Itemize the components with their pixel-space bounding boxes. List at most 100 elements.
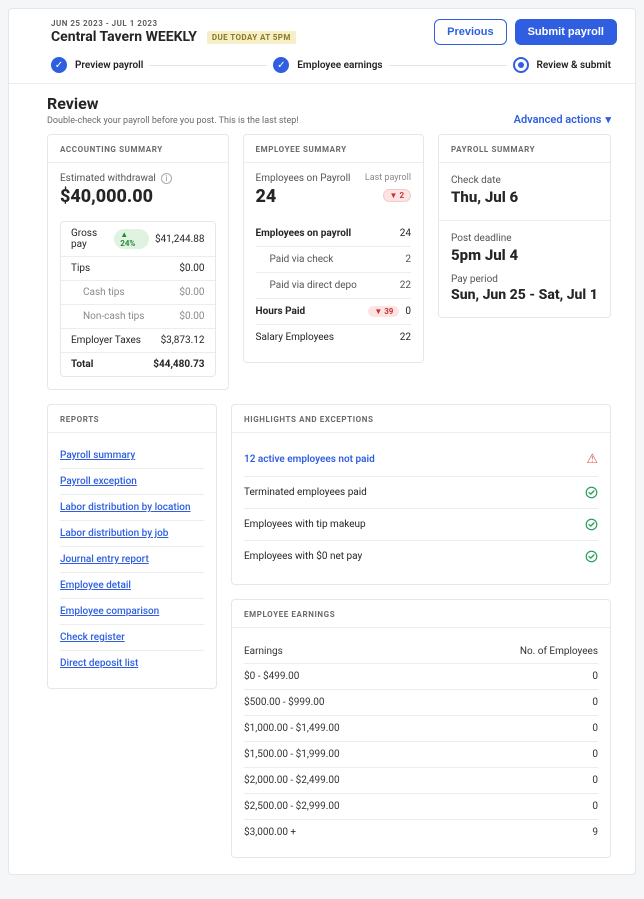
earnings-row: $500.00 - $999.000 — [244, 690, 598, 716]
earnings-count: 0 — [592, 671, 598, 682]
employer-taxes-label: Employer Taxes — [71, 335, 141, 346]
step-employee-earnings[interactable]: Employee earnings — [273, 57, 382, 73]
earnings-range: $0 - $499.00 — [244, 671, 299, 682]
report-link[interactable]: Labor distribution by location — [60, 495, 204, 521]
report-link[interactable]: Employee comparison — [60, 599, 204, 625]
on-payroll-label: Employees on payroll — [256, 228, 352, 239]
earnings-range: $2,500.00 - $2,999.00 — [244, 801, 340, 812]
earnings-row: $2,500.00 - $2,999.00 0 — [244, 794, 598, 820]
paid-check-value: 2 — [405, 254, 411, 265]
salary-employees-value: 22 — [400, 332, 411, 343]
earnings-count: 0 — [592, 749, 598, 760]
highlight-row: 12 active employees not paid ⚠ — [244, 443, 598, 477]
warning-icon: ⚠ — [586, 452, 598, 467]
earnings-range: $1,500.00 - $1,999.00 — [244, 749, 340, 760]
report-link[interactable]: Payroll summary — [60, 443, 204, 469]
post-deadline-label: Post deadline — [451, 233, 598, 244]
earnings-row: $2,000.00 - $2,499.00 0 — [244, 768, 598, 794]
employee-count-value: 24 — [256, 186, 351, 207]
total-label: Total — [71, 359, 93, 370]
info-icon[interactable]: i — [161, 173, 172, 184]
earnings-range: $1,000.00 - $1,499.00 — [244, 723, 340, 734]
step-divider — [149, 65, 267, 66]
previous-button[interactable]: Previous — [434, 19, 506, 45]
earnings-range: $3,000.00 + — [244, 827, 296, 838]
count-col-label: No. of Employees — [520, 646, 598, 657]
earnings-row: $1,000.00 - $1,499.00 0 — [244, 716, 598, 742]
card-title: REPORTS — [48, 405, 216, 433]
check-circle-icon — [585, 486, 598, 499]
gross-pay-value: $41,244.88 — [155, 234, 205, 245]
page-title: Central Tavern WEEKLY — [51, 29, 197, 45]
pay-period-label: Pay period — [451, 274, 598, 285]
card-title: HIGHLIGHTS AND EXCEPTIONS — [232, 405, 610, 433]
hours-paid-change-chip: ▼ 39 — [368, 306, 399, 317]
accounting-summary-card: ACCOUNTING SUMMARY Estimated withdrawal … — [47, 134, 229, 390]
check-icon — [273, 57, 289, 73]
earnings-col-label: Earnings — [244, 646, 283, 657]
post-deadline-value: 5pm Jul 4 — [451, 246, 598, 264]
accounting-table: Gross pay ▲ 24% $41,244.88 Tips $0.00 Ca… — [60, 221, 216, 377]
advanced-actions-dropdown[interactable]: Advanced actions ▾ — [514, 113, 611, 126]
highlight-row: Employees with $0 net pay — [244, 541, 598, 572]
last-payroll-label: Last payroll — [365, 173, 411, 183]
highlight-label: Terminated employees paid — [244, 487, 367, 498]
employer-taxes-value: $3,873.12 — [161, 335, 205, 346]
chevron-down-icon: ▾ — [605, 113, 611, 126]
check-date-label: Check date — [451, 175, 598, 186]
paid-depo-label: Paid via direct depo — [270, 280, 357, 291]
cash-tips-label: Cash tips — [83, 287, 125, 298]
review-heading: Review — [47, 94, 299, 113]
salary-employees-label: Salary Employees — [256, 332, 335, 343]
step-review-submit[interactable]: Review & submit — [513, 57, 612, 73]
card-title: ACCOUNTING SUMMARY — [48, 135, 228, 163]
earnings-row: $1,500.00 - $1,999.00 0 — [244, 742, 598, 768]
report-link[interactable]: Check register — [60, 625, 204, 651]
withdrawal-amount: $40,000.00 — [60, 186, 216, 207]
due-badge: DUE TODAY AT 5PM — [207, 31, 296, 44]
hours-paid-label: Hours Paid — [256, 306, 306, 317]
on-payroll-value: 24 — [400, 228, 411, 239]
pay-period-value: Sun, Jun 25 - Sat, Jul 1 — [451, 287, 598, 303]
advanced-actions-label: Advanced actions — [514, 113, 602, 126]
reports-card: REPORTS Payroll summaryPayroll exception… — [47, 404, 217, 689]
tips-label: Tips — [71, 263, 90, 274]
report-link[interactable]: Journal entry report — [60, 547, 204, 573]
check-icon — [51, 57, 67, 73]
step-preview-payroll[interactable]: Preview payroll — [51, 57, 143, 73]
earnings-count: 0 — [592, 775, 598, 786]
stepper: Preview payroll Employee earnings Review… — [9, 51, 635, 84]
step-divider — [389, 65, 507, 66]
cash-tips-value: $0.00 — [179, 287, 204, 298]
step-label: Employee earnings — [297, 60, 382, 71]
report-link[interactable]: Employee detail — [60, 573, 204, 599]
paid-check-label: Paid via check — [270, 254, 334, 265]
noncash-tips-label: Non-cash tips — [83, 311, 144, 322]
report-link[interactable]: Labor distribution by job — [60, 521, 204, 547]
step-label: Review & submit — [537, 60, 612, 71]
earnings-count: 0 — [592, 697, 598, 708]
employee-count-label: Employees on Payroll — [256, 173, 351, 184]
highlight-row: Employees with tip makeup — [244, 509, 598, 541]
withdrawal-label: Estimated withdrawal — [60, 173, 156, 184]
last-payroll-change-chip: ▼ 2 — [383, 189, 412, 202]
earnings-count: 0 — [592, 801, 598, 812]
earnings-count: 0 — [592, 723, 598, 734]
check-circle-icon — [585, 518, 598, 531]
check-circle-icon — [585, 550, 598, 563]
earnings-range: $2,000.00 - $2,499.00 — [244, 775, 340, 786]
current-step-icon — [513, 57, 529, 73]
report-link[interactable]: Payroll exception — [60, 469, 204, 495]
gross-pay-label: Gross pay — [71, 228, 114, 250]
earnings-row: $0 - $499.00 0 — [244, 664, 598, 690]
highlight-label[interactable]: 12 active employees not paid — [244, 454, 375, 465]
step-label: Preview payroll — [75, 60, 143, 71]
payroll-summary-card: PAYROLL SUMMARY Check date Thu, Jul 6 Po… — [438, 134, 611, 318]
hours-paid-value: 0 — [405, 306, 411, 317]
gross-pay-change-chip: ▲ 24% — [114, 229, 149, 249]
report-link[interactable]: Direct deposit list — [60, 651, 204, 676]
submit-payroll-button[interactable]: Submit payroll — [515, 19, 617, 45]
tips-value: $0.00 — [179, 263, 204, 274]
noncash-tips-value: $0.00 — [179, 311, 204, 322]
highlight-label: Employees with $0 net pay — [244, 551, 362, 562]
